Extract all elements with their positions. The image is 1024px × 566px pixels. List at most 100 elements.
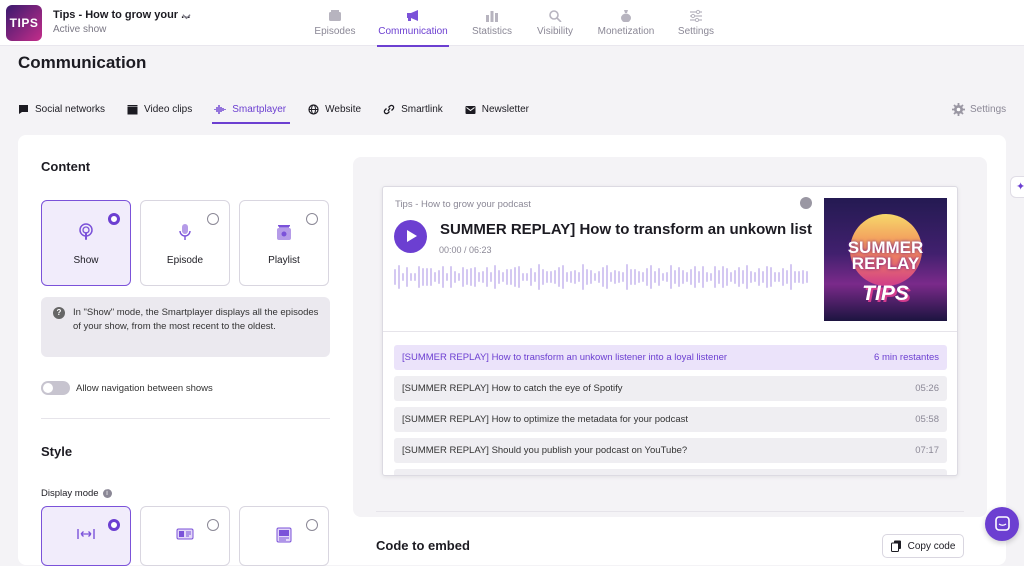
display-mode-option-vertical[interactable] (239, 506, 329, 566)
waveform-bar (418, 265, 420, 289)
waveform-bar (626, 264, 628, 290)
ausha-logo-icon[interactable] (800, 197, 812, 209)
waveform-bar (414, 272, 416, 282)
nav-label: Episodes (314, 26, 356, 37)
display-mode-text: Display mode (41, 488, 99, 499)
display-mode-option-compact[interactable] (140, 506, 230, 566)
waveform-bar (410, 272, 412, 282)
waveform-bar (730, 272, 732, 282)
tab-label: Smartplayer (232, 104, 287, 115)
waveform-bar (714, 266, 716, 288)
waveform-bar (462, 267, 464, 287)
nav-visibility[interactable]: Visibility (533, 0, 577, 46)
waveform-bar (638, 271, 640, 283)
waveform-bar (746, 265, 748, 289)
link-icon (383, 104, 395, 115)
episode-title: [SUMMER REPLAY] How to transform an unko… (402, 352, 728, 363)
waveform-bar (530, 268, 532, 286)
episode-row[interactable]: [SUMMER REPLAY] How to optimize the meta… (394, 407, 947, 432)
waveform-bar (482, 271, 484, 283)
episode-title: [SUMMER REPLAY] How to optimize the meta… (402, 414, 688, 425)
chat-support-button[interactable] (985, 507, 1019, 541)
nav-statistics[interactable]: Statistics (470, 0, 514, 46)
bar-chart-icon (485, 8, 499, 22)
waveform-bar (570, 271, 572, 283)
player-time: 00:00 / 06:23 (439, 245, 492, 255)
show-title[interactable]: Tips - How to grow your ... (53, 9, 190, 21)
tab-video-clips[interactable]: Video clips (127, 100, 192, 119)
player-show-name: Tips - How to grow your podcast (395, 199, 531, 210)
waveform-bar (726, 268, 728, 286)
waveform-bar (786, 270, 788, 284)
chat-icon (995, 516, 1010, 531)
nav-episodes[interactable]: Episodes (312, 0, 358, 46)
settings-label: Settings (970, 104, 1007, 115)
waveform-bar (546, 270, 548, 284)
tab-label: Video clips (144, 104, 193, 115)
waveform-bar (594, 272, 596, 282)
waveform-bar (794, 270, 796, 284)
episode-row[interactable]: [SUMMER REPLAY] Should you publish your … (394, 438, 947, 463)
clapperboard-icon (127, 105, 138, 115)
copy-code-button[interactable]: Copy code (882, 534, 964, 558)
style-section-title: Style (41, 444, 73, 459)
settings-button[interactable]: Settings (952, 103, 1006, 116)
tab-smartlink[interactable]: Smartlink (383, 100, 443, 119)
player-episode-title-text: [SUMMER REPLAY] How to transform an unko… (440, 221, 812, 238)
waveform[interactable] (394, 262, 814, 292)
waveform-bar (494, 264, 496, 290)
play-button[interactable] (394, 220, 427, 253)
show-logo[interactable]: TIPS (6, 5, 42, 41)
nav-monetization[interactable]: Monetization (596, 0, 656, 46)
embed-title: Code to embed (376, 538, 470, 553)
waveform-bar (654, 271, 656, 283)
navigation-toggle[interactable] (41, 381, 70, 395)
sparkle-icon[interactable]: ✦ (1010, 176, 1024, 198)
content-option-playlist[interactable]: Playlist (239, 200, 329, 286)
waveform-bar (474, 266, 476, 288)
toggle-label: Allow navigation between shows (76, 383, 213, 394)
waveform-bar (458, 272, 460, 282)
copy-icon (890, 540, 901, 552)
episode-row-partial (394, 469, 947, 475)
waveform-bar (554, 270, 556, 284)
waveform-bar (478, 272, 480, 282)
waveform-bar (754, 272, 756, 282)
waveform-bar (610, 272, 612, 282)
waveform-bar (634, 268, 636, 286)
waveform-bar (650, 265, 652, 289)
nav-communication[interactable]: Communication (377, 0, 449, 47)
waveform-bar (466, 268, 468, 286)
waveform-bar (798, 271, 800, 283)
waveform-bar (666, 271, 668, 282)
waveform-bar (438, 269, 440, 285)
waveform-bar (758, 268, 760, 286)
episode-row[interactable]: [SUMMER REPLAY] How to catch the eye of … (394, 376, 947, 401)
copy-code-label: Copy code (907, 540, 956, 552)
nav-settings[interactable]: Settings (676, 0, 716, 46)
waveform-bar (782, 268, 784, 286)
microphone-icon (141, 223, 229, 241)
tab-smartplayer[interactable]: Smartplayer (212, 100, 291, 124)
nav-label: Settings (677, 26, 715, 37)
chevron-down-icon[interactable] (182, 12, 191, 24)
episode-row[interactable]: [SUMMER REPLAY] How to transform an unko… (394, 345, 947, 370)
content-option-episode[interactable]: Episode (140, 200, 230, 286)
tab-website[interactable]: Website (308, 100, 361, 119)
nav-label: Communication (378, 26, 448, 37)
waveform-bar (398, 264, 400, 290)
display-mode-option-full[interactable] (41, 506, 131, 566)
waveform-bar (806, 271, 808, 283)
content-option-show[interactable]: Show (41, 200, 131, 286)
waveform-bar (734, 270, 736, 284)
info-icon[interactable]: i (102, 489, 112, 498)
question-icon: ? (53, 307, 65, 319)
waveform-bar (470, 267, 472, 287)
tab-newsletter[interactable]: Newsletter (465, 100, 529, 119)
waveform-bar (426, 268, 428, 286)
option-label: Episode (166, 255, 204, 266)
waveform-bar (774, 271, 776, 283)
tab-social-networks[interactable]: Social networks (18, 100, 105, 119)
waveform-bar (586, 269, 588, 285)
episode-title: [SUMMER REPLAY] How to catch the eye of … (402, 383, 623, 394)
